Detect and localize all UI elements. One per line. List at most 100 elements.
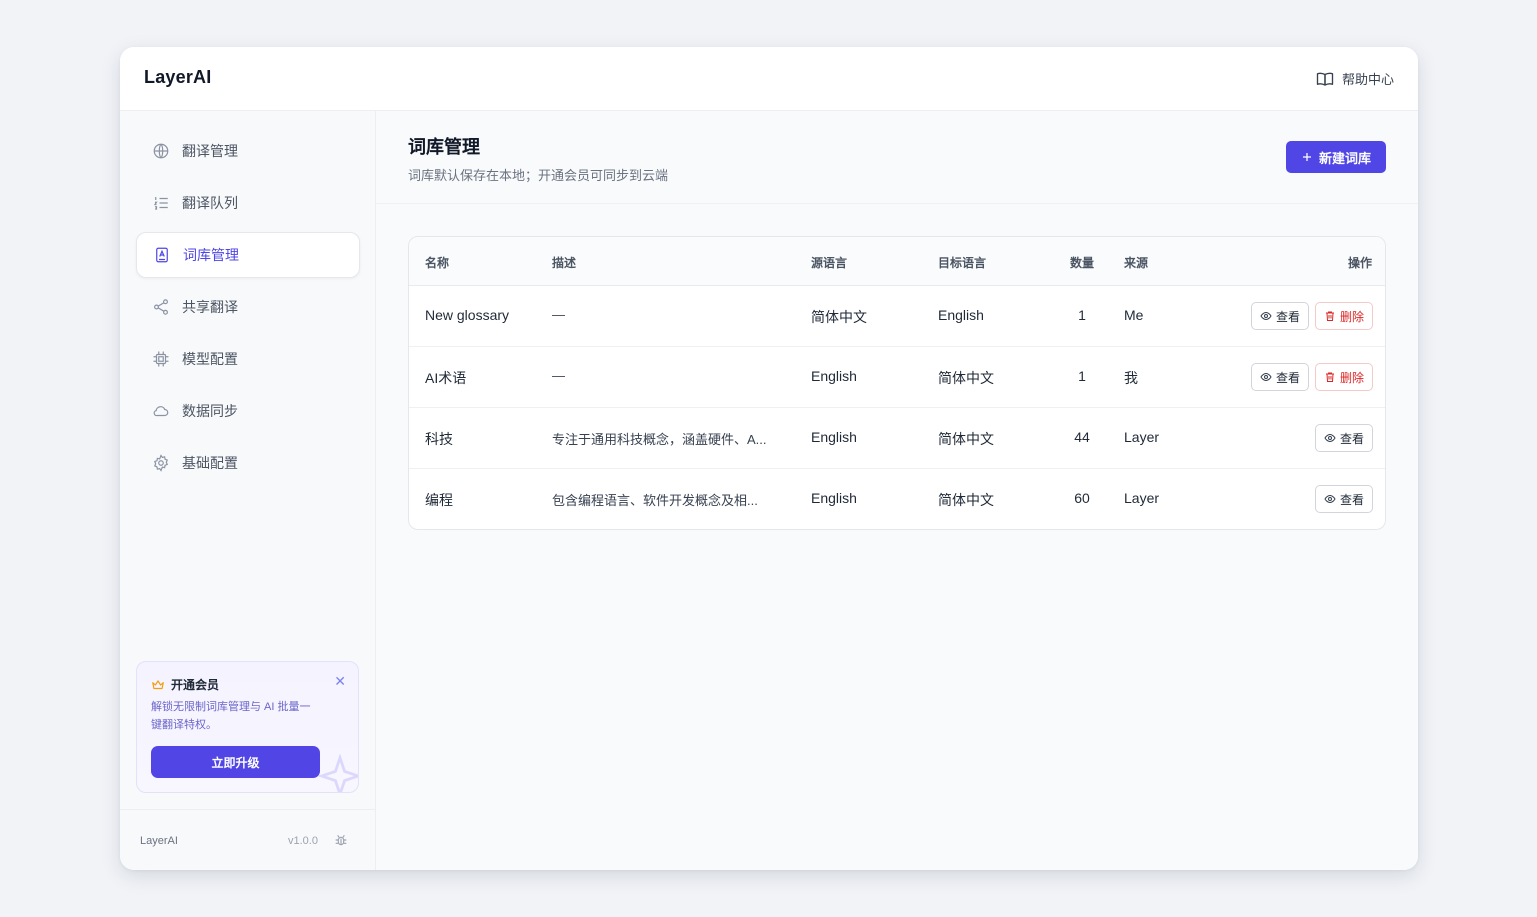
- promo-title: 开通会员: [151, 676, 219, 693]
- sidebar-item-translation[interactable]: 翻译管理: [136, 128, 360, 174]
- cell-target: 简体中文: [938, 492, 994, 508]
- header-count: 数量: [1070, 256, 1095, 270]
- sidebar-item-label: 翻译管理: [182, 143, 238, 159]
- membership-promo-card: 开通会员 ✕ 解锁无限制词库管理与 AI 批量一键翻译特权。 立即升级: [136, 661, 359, 793]
- view-button[interactable]: 查看: [1315, 424, 1373, 452]
- page-title: 词库管理: [408, 137, 480, 157]
- promo-title-text: 开通会员: [171, 678, 220, 692]
- cell-count: 1: [1078, 307, 1086, 323]
- sidebar: 翻译管理 翻译队列 词库管理 共享翻译 模型配置 数据同步 基础配置 开通会员 …: [120, 111, 376, 870]
- sidebar-item-sync[interactable]: 数据同步: [136, 388, 360, 434]
- sidebar-item-model[interactable]: 模型配置: [136, 336, 360, 382]
- sidebar-item-label: 共享翻译: [182, 299, 238, 315]
- chip-icon: [153, 351, 169, 367]
- header-origin: 来源: [1124, 256, 1149, 270]
- glossary-table: 名称 描述 源语言 目标语言 数量 来源 操作 New glossary — 简…: [408, 236, 1386, 530]
- sidebar-item-label: 词库管理: [183, 247, 239, 263]
- cell-source: 简体中文: [811, 309, 867, 325]
- table-row: 科技 专注于通用科技概念，涵盖硬件、A... English 简体中文 44 L…: [409, 408, 1385, 469]
- promo-description: 解锁无限制词库管理与 AI 批量一键翻译特权。: [151, 701, 311, 731]
- cell-name: 编程: [425, 492, 453, 508]
- eye-icon: [1324, 433, 1336, 443]
- cell-count: 1: [1078, 368, 1086, 384]
- bug-icon[interactable]: [333, 832, 349, 848]
- sparkle-decoration-icon: [318, 754, 358, 792]
- cloud-icon: [153, 406, 169, 417]
- table-row: AI术语 — English 简体中文 1 我 查看 删除: [409, 347, 1385, 408]
- crown-icon: [152, 679, 164, 689]
- cell-origin: Layer: [1124, 429, 1160, 445]
- table-header: 名称 描述 源语言 目标语言 数量 来源 操作: [409, 237, 1385, 286]
- view-button[interactable]: 查看: [1315, 485, 1373, 513]
- header-target: 目标语言: [938, 256, 987, 270]
- cell-name: New glossary: [425, 307, 510, 323]
- sidebar-item-glossary[interactable]: 词库管理: [136, 232, 360, 278]
- page-header: 词库管理 词库默认保存在本地；开通会员可同步到云端 新建词库: [376, 111, 1418, 204]
- list-icon: [153, 197, 168, 210]
- sidebar-item-queue[interactable]: 翻译队列: [136, 180, 360, 226]
- upgrade-button[interactable]: 立即升级: [151, 746, 320, 778]
- sidebar-item-share[interactable]: 共享翻译: [136, 284, 360, 330]
- sidebar-item-label: 翻译队列: [182, 195, 238, 211]
- trash-icon: [1325, 372, 1334, 382]
- share-icon: [154, 299, 168, 315]
- help-center-label: 帮助中心: [1341, 72, 1394, 87]
- glossary-icon: [156, 247, 168, 263]
- page-subtitle: 词库默认保存在本地；开通会员可同步到云端: [408, 168, 669, 183]
- delete-button[interactable]: 删除: [1315, 302, 1373, 330]
- sidebar-item-settings[interactable]: 基础配置: [136, 440, 360, 486]
- brand-logo: LayerAI: [144, 67, 212, 87]
- view-button[interactable]: 查看: [1251, 363, 1309, 391]
- header-source: 源语言: [811, 256, 848, 270]
- new-glossary-button[interactable]: 新建词库: [1286, 141, 1386, 173]
- cell-origin: Layer: [1124, 490, 1160, 506]
- cell-name: 科技: [425, 431, 453, 447]
- promo-close-icon[interactable]: ✕: [334, 674, 346, 688]
- cell-target: 简体中文: [938, 370, 994, 386]
- header-actions: 操作: [1348, 256, 1373, 270]
- top-bar: LayerAI 帮助中心: [120, 47, 1418, 111]
- cell-source: English: [811, 490, 857, 506]
- cell-desc: —: [552, 307, 565, 322]
- header-desc: 描述: [552, 256, 577, 270]
- cell-source: English: [811, 368, 857, 384]
- sidebar-item-label: 模型配置: [182, 351, 238, 367]
- sidebar-footer: LayerAI v1.0.0: [120, 809, 376, 870]
- cell-count: 44: [1074, 429, 1090, 445]
- view-button[interactable]: 查看: [1251, 302, 1309, 330]
- eye-icon: [1260, 372, 1272, 382]
- footer-app-name: LayerAI: [140, 835, 178, 847]
- sidebar-item-label: 数据同步: [182, 403, 238, 419]
- view-label: 查看: [1339, 492, 1364, 507]
- plus-icon: [1302, 153, 1311, 161]
- cell-target: 简体中文: [938, 431, 994, 447]
- delete-button[interactable]: 删除: [1315, 363, 1373, 391]
- cell-desc: 专注于通用科技概念，涵盖硬件、A...: [552, 432, 767, 447]
- header-name: 名称: [425, 256, 450, 270]
- delete-label: 删除: [1339, 309, 1364, 324]
- sidebar-nav: 翻译管理 翻译队列 词库管理 共享翻译 模型配置 数据同步 基础配置: [136, 128, 360, 492]
- eye-icon: [1260, 311, 1272, 321]
- cell-name: AI术语: [425, 370, 467, 386]
- globe-icon: [153, 143, 169, 159]
- cell-origin: 我: [1124, 370, 1138, 386]
- view-label: 查看: [1275, 309, 1300, 324]
- view-label: 查看: [1275, 370, 1300, 385]
- cell-count: 60: [1074, 490, 1090, 506]
- delete-label: 删除: [1339, 370, 1364, 385]
- new-glossary-label: 新建词库: [1318, 150, 1371, 166]
- help-center-link[interactable]: 帮助中心: [1316, 69, 1394, 88]
- sidebar-item-label: 基础配置: [182, 455, 238, 471]
- table-row: 编程 包含编程语言、软件开发概念及相... English 简体中文 60 La…: [409, 469, 1385, 529]
- table-row: New glossary — 简体中文 English 1 Me 查看 删除: [409, 286, 1385, 347]
- eye-icon: [1324, 494, 1336, 504]
- cell-desc: —: [552, 368, 565, 383]
- gear-icon: [153, 454, 169, 472]
- book-icon: [1316, 72, 1334, 86]
- cell-origin: Me: [1124, 307, 1144, 323]
- main-content: 词库管理 词库默认保存在本地；开通会员可同步到云端 新建词库 名称 描述 源语言…: [376, 111, 1418, 870]
- cell-source: English: [811, 429, 857, 445]
- cell-target: English: [938, 307, 984, 323]
- footer-version: v1.0.0: [288, 835, 318, 847]
- app-window: LayerAI 帮助中心 翻译管理 翻译队列 词库管理 共享翻译 模型配置 数据…: [120, 47, 1418, 870]
